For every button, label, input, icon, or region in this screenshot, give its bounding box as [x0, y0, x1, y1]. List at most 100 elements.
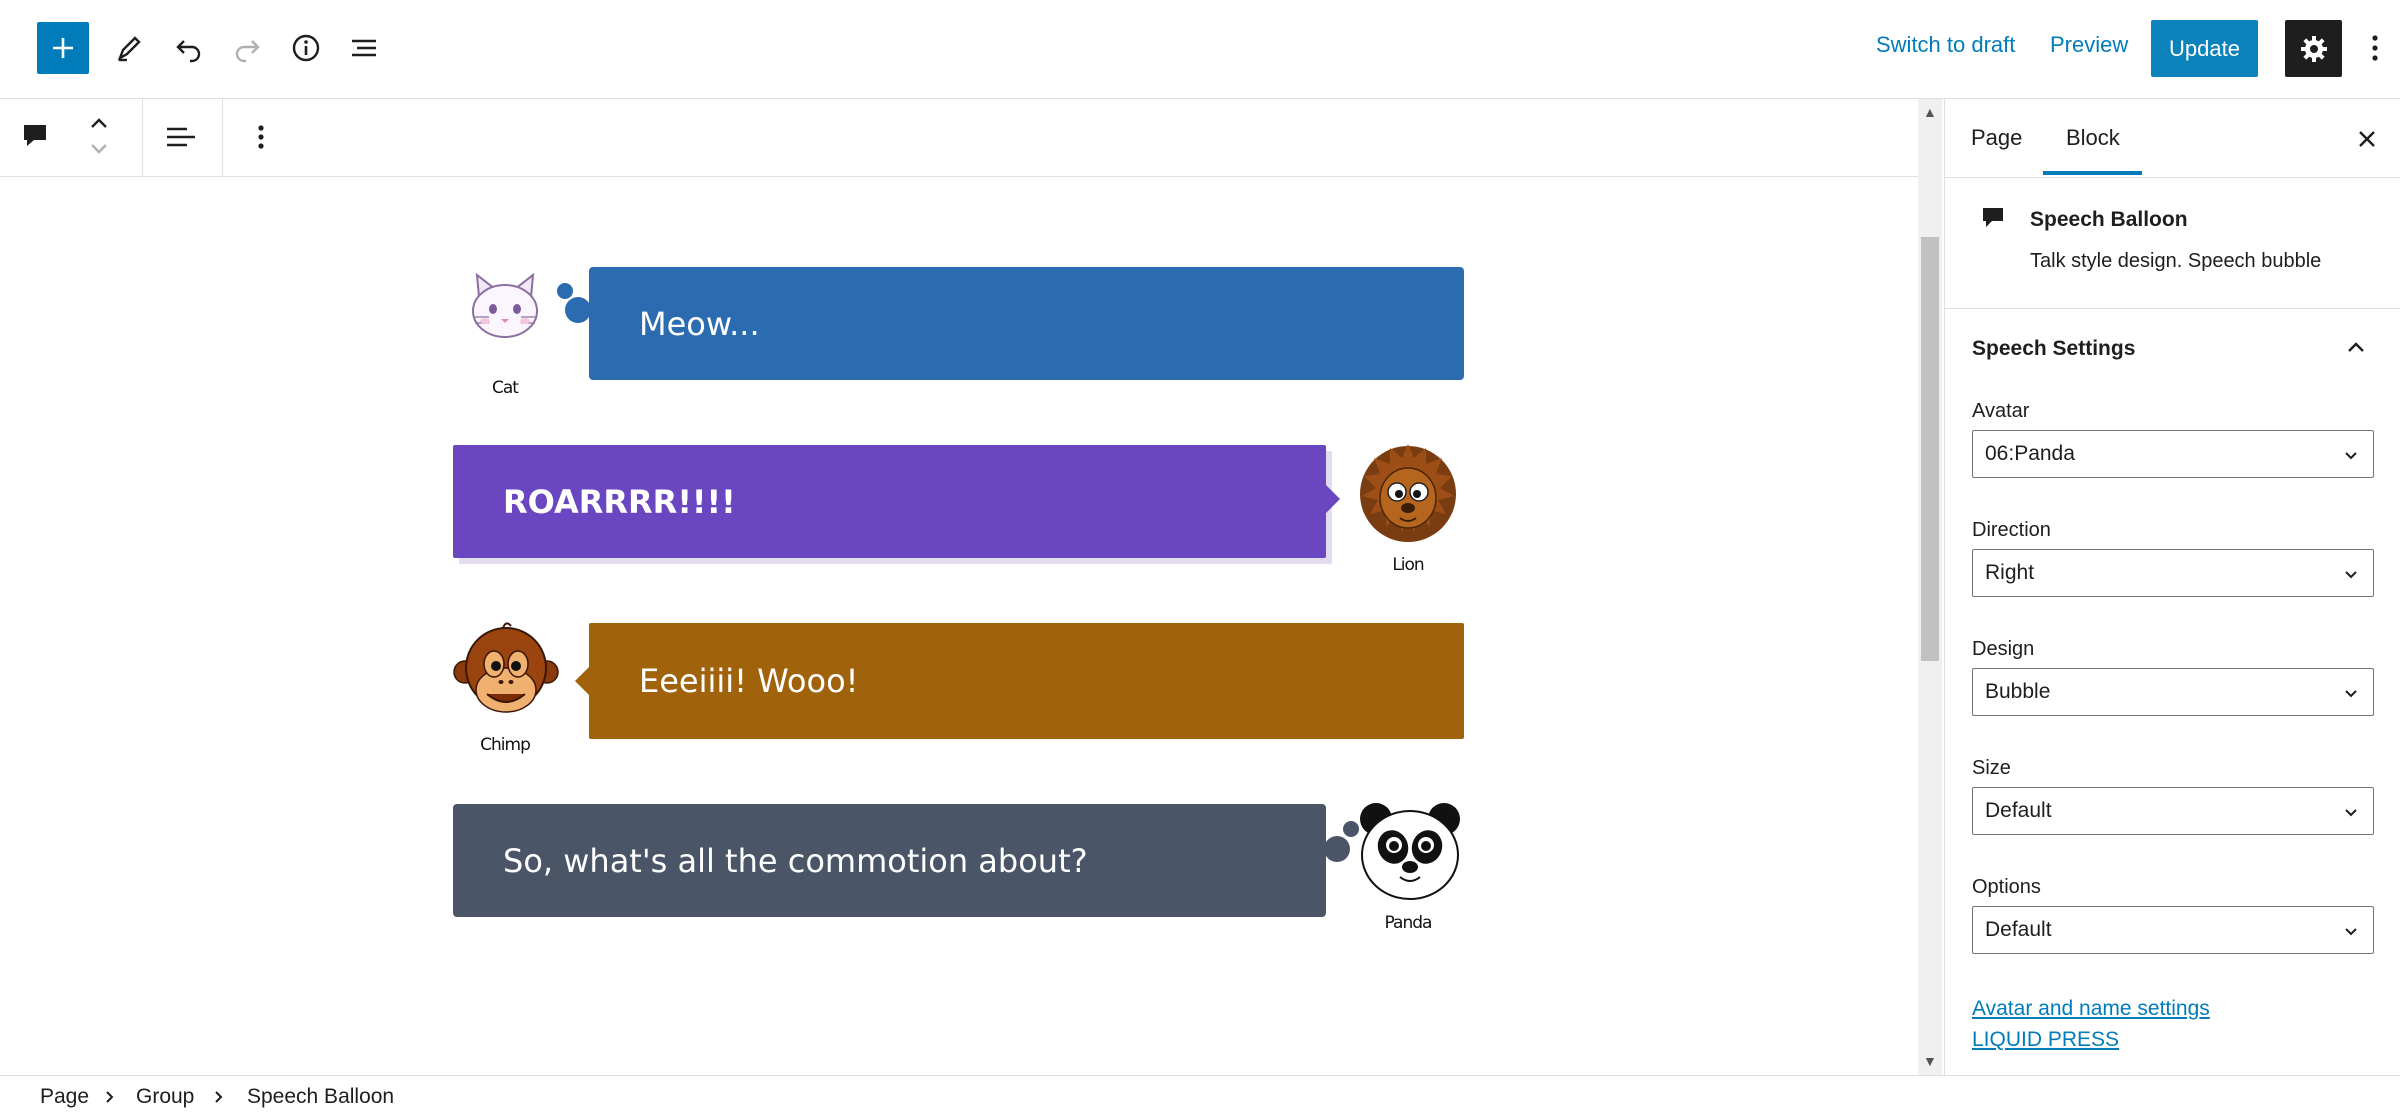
tab-page[interactable]: Page — [1971, 125, 2022, 151]
size-select-value: Default — [1985, 799, 2052, 822]
undo-button[interactable] — [163, 22, 215, 74]
avatar-name: Panda — [1384, 913, 1433, 933]
info-icon — [292, 34, 320, 62]
add-block-button[interactable] — [37, 22, 89, 74]
liquid-press-link[interactable]: LIQUID PRESS — [1972, 1028, 2119, 1052]
active-tab-indicator — [2043, 171, 2142, 175]
plus-icon — [53, 38, 73, 58]
chimp-icon — [453, 622, 559, 713]
list-view-button[interactable] — [338, 22, 390, 74]
update-button[interactable]: Update — [2151, 20, 2258, 77]
lion-icon — [1360, 444, 1456, 542]
avatar-name: Lion — [1392, 555, 1424, 575]
redo-button[interactable] — [221, 22, 273, 74]
list-view-icon — [352, 39, 376, 57]
details-button[interactable] — [280, 22, 332, 74]
design-select[interactable]: Bubble — [1972, 668, 2374, 716]
block-type-button[interactable] — [18, 119, 52, 153]
design-select-value: Bubble — [1985, 680, 2051, 703]
breadcrumb-item-current: Speech Balloon — [247, 1085, 395, 1108]
redo-icon — [235, 40, 260, 63]
block-description: Talk style design. Speech bubble — [2030, 250, 2322, 272]
switch-to-draft-button[interactable]: Switch to draft — [1876, 32, 2015, 58]
settings-button[interactable] — [2285, 20, 2342, 77]
pencil-icon — [117, 36, 141, 62]
tools-button[interactable] — [103, 22, 155, 74]
align-button[interactable] — [163, 119, 199, 155]
thought-dot — [565, 297, 591, 323]
block-toolbar — [0, 99, 1918, 177]
panda-icon — [1360, 803, 1460, 900]
speech-balloon-icon — [1983, 208, 2003, 227]
speech-settings-panel-toggle[interactable]: Speech Settings — [1945, 309, 2400, 389]
editor-canvas: Cat Meow... ROARRRR!!!! Lion Chimp Eeeii… — [0, 177, 1918, 1075]
panel-title: Speech Settings — [1972, 337, 2136, 360]
chevron-down-icon — [2345, 690, 2357, 698]
chevron-right-icon — [106, 1091, 114, 1103]
options-menu-button[interactable] — [2360, 22, 2390, 74]
tab-block[interactable]: Block — [2066, 125, 2120, 151]
chevron-down-icon — [2345, 928, 2357, 936]
close-sidebar-button[interactable] — [2347, 119, 2387, 159]
chevron-down-icon — [2345, 809, 2357, 817]
move-up-button[interactable] — [84, 111, 114, 135]
breadcrumb-item[interactable]: Page — [40, 1085, 89, 1109]
avatar-select[interactable]: 06:Panda — [1972, 430, 2374, 478]
design-label: Design — [1972, 638, 2035, 660]
gear-icon — [2300, 35, 2327, 62]
avatar-name: Cat — [492, 378, 519, 398]
balloon-text[interactable]: Meow... — [589, 267, 1464, 380]
cat-avatar — [455, 267, 555, 367]
direction-select[interactable]: Right — [1972, 549, 2374, 597]
scroll-thumb[interactable] — [1921, 237, 1939, 661]
options-select-value: Default — [1985, 918, 2052, 941]
avatar-label: Avatar — [1972, 400, 2030, 422]
chevron-down-icon — [91, 144, 107, 154]
close-icon — [2359, 131, 2375, 147]
chimp-avatar — [453, 620, 559, 720]
balloon-text[interactable]: ROARRRR!!!! — [453, 445, 1326, 558]
avatar-select-value: 06:Panda — [1985, 442, 2075, 465]
breadcrumb-item[interactable]: Group — [136, 1085, 194, 1109]
balloon-tail — [575, 667, 589, 695]
cat-icon — [472, 272, 538, 338]
more-vertical-icon — [2372, 35, 2378, 61]
lion-avatar — [1358, 442, 1458, 542]
breadcrumb: Page Group Speech Balloon — [0, 1075, 2400, 1114]
panda-avatar — [1358, 801, 1460, 901]
undo-icon — [176, 40, 201, 63]
scroll-down-arrow[interactable]: ▼ — [1923, 1054, 1937, 1068]
balloon-text[interactable]: Eeeiiii! Wooo! — [589, 623, 1464, 739]
move-down-button[interactable] — [84, 137, 114, 161]
scroll-up-arrow[interactable]: ▲ — [1923, 105, 1937, 119]
preview-button[interactable]: Preview — [2050, 32, 2128, 58]
block-card: Speech Balloon Talk style design. Speech… — [1945, 178, 2400, 309]
block-title: Speech Balloon — [2030, 208, 2188, 231]
chevron-up-icon — [91, 118, 107, 128]
canvas-scrollbar[interactable]: ▲ ▼ — [1918, 99, 1942, 1075]
thought-dot — [557, 283, 573, 299]
more-vertical-icon — [258, 125, 264, 149]
chevron-down-icon — [2345, 452, 2357, 460]
balloon-tail — [1326, 485, 1340, 513]
thought-dot — [1324, 836, 1350, 862]
align-left-icon — [167, 127, 195, 147]
direction-label: Direction — [1972, 519, 2051, 541]
options-select[interactable]: Default — [1972, 906, 2374, 954]
chevron-up-icon — [2348, 342, 2364, 352]
block-options-button[interactable] — [248, 119, 274, 155]
thought-dot — [1343, 821, 1359, 837]
speech-balloon-icon — [24, 125, 46, 146]
size-label: Size — [1972, 757, 2011, 779]
toolbar-divider — [222, 99, 223, 176]
avatar-name: Chimp — [480, 735, 531, 755]
chevron-right-icon — [215, 1091, 223, 1103]
chevron-down-icon — [2345, 571, 2357, 579]
editor-header: Switch to draft Preview Update — [0, 0, 2400, 99]
avatar-name-settings-link[interactable]: Avatar and name settings — [1972, 997, 2210, 1021]
sidebar-tabs: Page Block — [1945, 99, 2400, 178]
settings-sidebar: Page Block Speech Balloon Talk style des… — [1944, 99, 2400, 1075]
size-select[interactable]: Default — [1972, 787, 2374, 835]
options-label: Options — [1972, 876, 2041, 898]
balloon-text[interactable]: So, what's all the commotion about? — [453, 804, 1326, 917]
